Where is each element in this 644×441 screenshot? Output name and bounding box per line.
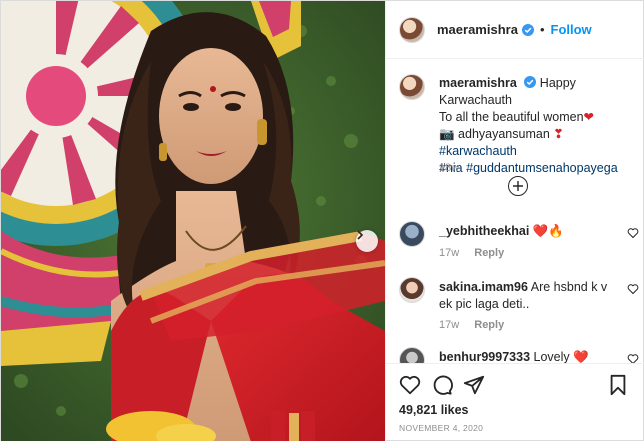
load-more-comments-button[interactable] bbox=[508, 176, 528, 196]
bookmark-icon[interactable] bbox=[607, 374, 629, 396]
comment-username[interactable]: benhur9997333 bbox=[439, 350, 530, 363]
verified-badge-icon bbox=[521, 23, 534, 36]
instagram-post: maeramishra • Follow maeramishra Happy K… bbox=[0, 0, 644, 441]
caption-timestamp[interactable]: 18w bbox=[439, 162, 459, 174]
post-actions: 49,821 likes NOVEMBER 4, 2020 bbox=[386, 363, 644, 441]
reply-button[interactable]: Reply bbox=[474, 319, 504, 331]
avatar[interactable] bbox=[399, 16, 425, 43]
share-icon[interactable] bbox=[463, 374, 485, 396]
post-date[interactable]: NOVEMBER 4, 2020 bbox=[399, 423, 483, 433]
add-circle-icon bbox=[513, 181, 523, 191]
comment-timestamp[interactable]: 17w bbox=[439, 319, 459, 331]
hashtag-link[interactable]: #guddantumsenahopayega bbox=[466, 161, 618, 175]
heart-icon[interactable] bbox=[627, 353, 639, 363]
post-details-panel: maeramishra • Follow maeramishra Happy K… bbox=[385, 1, 644, 441]
author-username[interactable]: maeramishra bbox=[437, 22, 518, 37]
avatar[interactable] bbox=[399, 347, 425, 363]
comment-meta: 17w Reply bbox=[439, 319, 516, 331]
hashtag-link[interactable]: #karwachauth bbox=[439, 144, 517, 158]
avatar[interactable] bbox=[399, 277, 425, 303]
heart-icon[interactable] bbox=[627, 227, 639, 239]
heart-emoji-icon: ❤ bbox=[583, 110, 595, 124]
comment-text: benhur9997333 Lovely ❤️ bbox=[439, 349, 609, 363]
reply-button[interactable]: Reply bbox=[474, 247, 504, 259]
comment-body: Lovely ❤️ bbox=[533, 350, 589, 363]
heart-icon[interactable] bbox=[399, 374, 421, 396]
comment-body: ❤️🔥 bbox=[532, 224, 564, 238]
comment-item: _yebhitheekhai ❤️🔥 17w Reply bbox=[399, 221, 639, 267]
action-icons-bar bbox=[399, 374, 633, 398]
caption-line-2: To all the beautiful women bbox=[439, 110, 584, 124]
caption-text: maeramishra Happy Karwachauth To all the… bbox=[439, 75, 639, 177]
next-photo-button[interactable] bbox=[356, 230, 378, 252]
comment-item: sakina.imam96 Are hsbnd k v ek pic laga … bbox=[399, 277, 639, 333]
separator-dot: • bbox=[539, 22, 545, 37]
comment-meta: 17w Reply bbox=[439, 247, 516, 259]
avatar[interactable] bbox=[399, 221, 425, 247]
heart-emoji-icon: ❣ bbox=[553, 127, 564, 141]
follow-button[interactable]: Follow bbox=[551, 22, 592, 37]
chevron-right-icon bbox=[357, 230, 364, 240]
post-photo[interactable] bbox=[1, 1, 385, 441]
comment-timestamp[interactable]: 17w bbox=[439, 247, 459, 259]
comment-username[interactable]: sakina.imam96 bbox=[439, 280, 528, 294]
photo-illustration bbox=[1, 1, 385, 441]
avatar[interactable] bbox=[399, 74, 425, 100]
comment-item: benhur9997333 Lovely ❤️ bbox=[399, 347, 639, 363]
post-header: maeramishra • Follow bbox=[386, 1, 644, 59]
comment-text: _yebhitheekhai ❤️🔥 bbox=[439, 223, 609, 240]
likes-count[interactable]: 49,821 likes bbox=[399, 403, 469, 417]
caption-credit: 📷 adhyayansuman bbox=[439, 127, 554, 141]
caption-username[interactable]: maeramishra bbox=[439, 76, 517, 90]
comment-icon[interactable] bbox=[431, 374, 453, 396]
heart-icon[interactable] bbox=[627, 283, 639, 295]
verified-badge-icon bbox=[524, 76, 537, 88]
comments-section[interactable]: maeramishra Happy Karwachauth To all the… bbox=[386, 59, 644, 363]
comment-username[interactable]: _yebhitheekhai bbox=[439, 224, 529, 238]
comment-text: sakina.imam96 Are hsbnd k v ek pic laga … bbox=[439, 279, 609, 313]
